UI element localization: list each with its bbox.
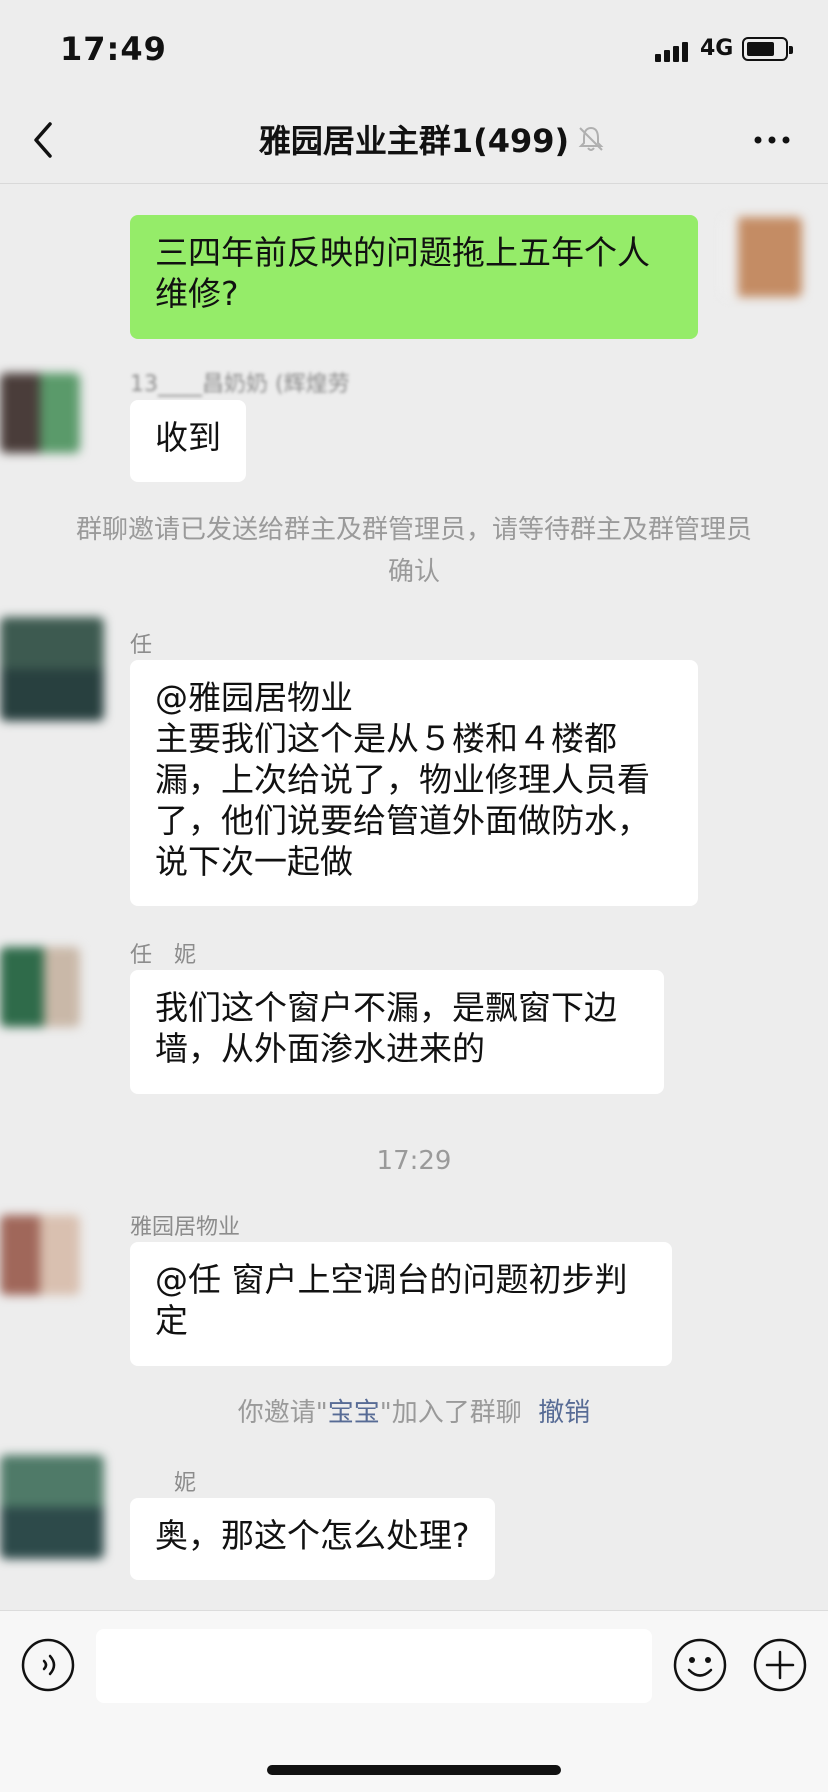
chat-screen: 17:49 4G 雅园居业主群1(499) 三四年前反映的问题拖上五年个人 维修… — [0, 0, 828, 1792]
home-indicator[interactable] — [267, 1765, 561, 1775]
battery-icon — [742, 37, 793, 61]
avatar[interactable] — [0, 947, 80, 1027]
avatar[interactable] — [0, 373, 80, 453]
sender-name: 13____昌奶奶 (辉煌劳 — [130, 372, 350, 397]
network-type: 4G — [700, 36, 734, 61]
signal-icon — [655, 38, 688, 62]
invite-notice: 你邀请"宝宝"加入了群聊 撤销 — [70, 1392, 758, 1434]
message-bubble[interactable]: @任 窗户上空调台的问题初步判 定 — [130, 1242, 672, 1366]
sender-name: 任 妮 — [130, 943, 197, 968]
message-bubble[interactable]: 我们这个窗户不漏，是飘窗下边 墙，从外面渗水进来的 — [130, 970, 664, 1094]
invite-suffix: "加入了群聊 — [379, 1398, 522, 1428]
sender-name: 雅园居物业 — [130, 1215, 241, 1240]
avatar[interactable] — [0, 617, 104, 721]
input-bar — [0, 1610, 828, 1792]
emoji-icon[interactable] — [672, 1637, 728, 1693]
invited-user-link[interactable]: 宝宝 — [328, 1398, 380, 1428]
message-list[interactable]: 三四年前反映的问题拖上五年个人 维修? 13____昌奶奶 (辉煌劳 收到 群聊… — [0, 185, 828, 1609]
message-bubble-sent[interactable]: 三四年前反映的问题拖上五年个人 维修? — [130, 215, 698, 339]
message-bubble[interactable]: 收到 — [130, 400, 246, 482]
status-time: 17:49 — [60, 30, 167, 68]
more-icon[interactable] — [748, 120, 796, 160]
battery-level — [747, 42, 774, 56]
undo-invite-link[interactable]: 撤销 — [538, 1398, 590, 1428]
avatar[interactable] — [722, 217, 802, 297]
invite-prefix: 你邀请" — [237, 1398, 328, 1428]
status-bar: 17:49 4G — [0, 0, 828, 96]
message-bubble[interactable]: @雅园居物业 主要我们这个是从５楼和４楼都 漏，上次给说了，物业修理人员看 了，… — [130, 660, 698, 906]
time-separator: 17:29 — [376, 1146, 452, 1176]
message-input[interactable] — [96, 1629, 652, 1703]
mute-bell-icon — [578, 126, 604, 151]
sender-name: 任 — [130, 633, 153, 658]
system-message: 群聊邀请已发送给群主及群管理员，请等待群主及群管理员确认 — [75, 515, 752, 587]
nav-bar: 雅园居业主群1(499) — [0, 96, 828, 184]
voice-icon[interactable] — [20, 1637, 76, 1693]
avatar[interactable] — [0, 1455, 104, 1559]
plus-icon[interactable] — [752, 1637, 808, 1693]
sender-name: 妮 — [130, 1471, 197, 1496]
group-title: 雅园居业主群1(499) — [258, 122, 570, 160]
message-bubble[interactable]: 奥，那这个怎么处理? — [130, 1498, 495, 1580]
avatar[interactable] — [0, 1215, 80, 1295]
